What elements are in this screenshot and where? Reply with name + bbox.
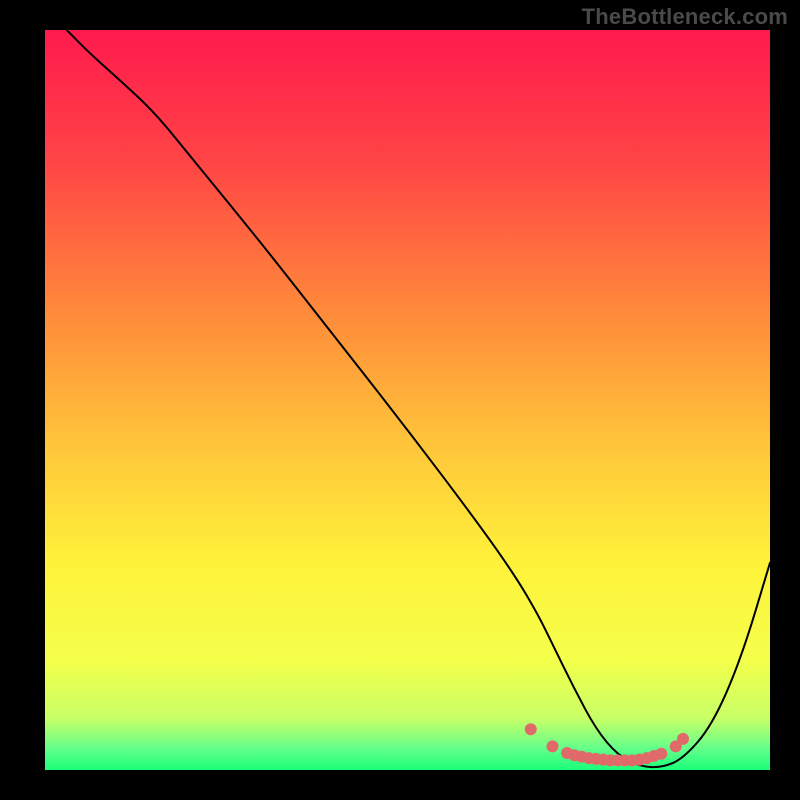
marker-dot bbox=[677, 733, 689, 745]
bottleneck-chart bbox=[0, 0, 800, 800]
chart-frame: TheBottleneck.com bbox=[0, 0, 800, 800]
watermark-text: TheBottleneck.com bbox=[582, 4, 788, 30]
marker-dot bbox=[547, 740, 559, 752]
marker-dot bbox=[525, 723, 537, 735]
plot-background bbox=[45, 30, 770, 770]
marker-dot bbox=[655, 748, 667, 760]
